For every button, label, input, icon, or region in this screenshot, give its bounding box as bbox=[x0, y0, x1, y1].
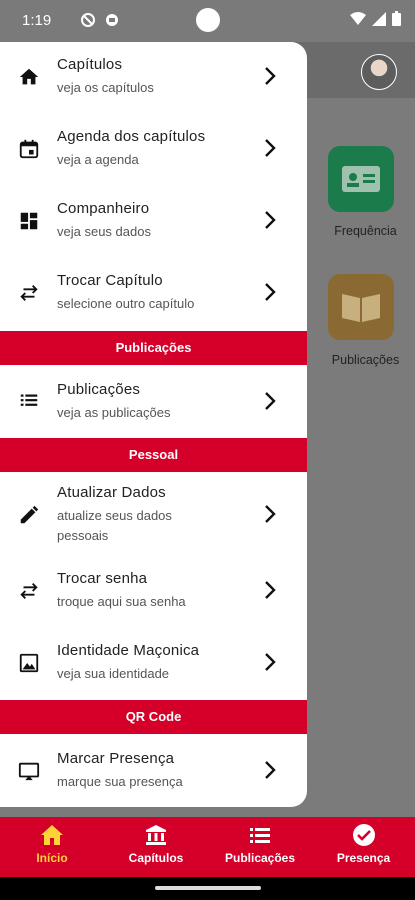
drawer-item-trocar-senha[interactable]: Trocar senha troque aqui sua senha bbox=[0, 562, 307, 634]
nav-label: Publicações bbox=[224, 851, 296, 865]
check-circle-icon bbox=[352, 824, 375, 846]
drawer-item-title: Trocar senha bbox=[57, 570, 148, 587]
drawer-item-agenda[interactable]: Agenda dos capítulos veja a agenda bbox=[0, 114, 307, 186]
status-time: 1:19 bbox=[22, 12, 52, 29]
drawer-item-title: Capítulos bbox=[57, 56, 123, 73]
drawer-item-title: Atualizar Dados bbox=[57, 484, 166, 501]
system-icons bbox=[350, 11, 401, 26]
chevron-right-icon bbox=[265, 761, 276, 779]
drawer-item-trocar-capitulo[interactable]: Trocar Capítulo selecione outro capítulo bbox=[0, 258, 307, 330]
do-not-disturb-icon bbox=[81, 13, 95, 27]
swap-icon bbox=[20, 285, 38, 301]
nav-capitulos[interactable]: Capítulos bbox=[104, 817, 208, 877]
camera-cutout bbox=[196, 8, 220, 32]
drawer-item-title: Publicações bbox=[57, 381, 141, 398]
nav-presenca[interactable]: Presença bbox=[312, 817, 415, 877]
gesture-bar bbox=[0, 877, 415, 900]
bank-icon bbox=[146, 825, 166, 845]
drawer-item-subtitle: veja os capítulos bbox=[57, 80, 154, 95]
id-card-icon bbox=[342, 166, 380, 192]
frequencia-tile[interactable] bbox=[328, 146, 394, 212]
signal-icon bbox=[372, 11, 386, 26]
calendar-icon bbox=[19, 139, 39, 159]
chevron-right-icon bbox=[265, 653, 276, 671]
nav-label: Presença bbox=[336, 851, 391, 865]
image-icon bbox=[19, 653, 39, 673]
status-bar: 1:19 bbox=[0, 0, 415, 42]
drawer-item-title: Agenda dos capítulos bbox=[57, 128, 206, 145]
chevron-right-icon bbox=[265, 139, 276, 157]
drawer-item-subtitle-line2: pessoais bbox=[57, 528, 109, 543]
section-header-pessoal: Pessoal bbox=[0, 438, 307, 472]
frequencia-label: Frequência bbox=[334, 224, 397, 238]
chevron-right-icon bbox=[265, 505, 276, 523]
chevron-right-icon bbox=[265, 581, 276, 599]
vpn-icon bbox=[106, 14, 118, 26]
publicacoes-tile[interactable] bbox=[328, 274, 394, 340]
nav-inicio[interactable]: Início bbox=[0, 817, 104, 877]
publicacoes-label: Publicações bbox=[331, 353, 400, 367]
drawer-item-subtitle: veja as publicações bbox=[57, 405, 171, 420]
cast-icon bbox=[18, 762, 40, 781]
navigation-drawer: Capítulos veja os capítulos Agenda dos c… bbox=[0, 42, 307, 807]
dashboard-icon bbox=[20, 212, 38, 230]
chevron-right-icon bbox=[265, 211, 276, 229]
drawer-item-title: Marcar Presença bbox=[57, 750, 175, 767]
home-icon bbox=[41, 825, 63, 845]
drawer-item-subtitle: veja seus dados bbox=[57, 224, 151, 239]
nav-publicacoes[interactable]: Publicações bbox=[208, 817, 312, 877]
drawer-item-companheiro[interactable]: Companheiro veja seus dados bbox=[0, 186, 307, 258]
drawer-item-atualizar-dados[interactable]: Atualizar Dados atualize seus dados pess… bbox=[0, 472, 307, 562]
home-indicator[interactable] bbox=[155, 886, 261, 890]
chevron-right-icon bbox=[265, 392, 276, 410]
book-open-icon bbox=[342, 294, 380, 322]
battery-icon bbox=[392, 11, 401, 26]
bottom-navigation: Início Capítulos Publicações Presença bbox=[0, 817, 415, 877]
drawer-item-subtitle: marque sua presença bbox=[57, 774, 183, 789]
nav-label: Capítulos bbox=[128, 851, 184, 865]
home-icon bbox=[19, 68, 39, 85]
drawer-item-subtitle: veja a agenda bbox=[57, 152, 139, 167]
chevron-right-icon bbox=[265, 67, 276, 85]
drawer-item-identidade[interactable]: Identidade Maçonica veja sua identidade bbox=[0, 634, 307, 706]
drawer-item-capitulos[interactable]: Capítulos veja os capítulos bbox=[0, 42, 307, 114]
drawer-item-subtitle: veja sua identidade bbox=[57, 666, 170, 681]
drawer-item-subtitle: troque aqui sua senha bbox=[57, 594, 186, 609]
nav-label: Início bbox=[36, 851, 68, 865]
drawer-item-title: Companheiro bbox=[57, 200, 150, 217]
wifi-icon bbox=[350, 11, 366, 25]
list-icon bbox=[250, 828, 270, 843]
drawer-item-title: Trocar Capítulo bbox=[57, 272, 163, 289]
swap-icon bbox=[20, 583, 38, 599]
section-header-publicacoes: Publicações bbox=[0, 331, 307, 365]
drawer-item-marcar-presenca[interactable]: Marcar Presença marque sua presença bbox=[0, 734, 307, 807]
chevron-right-icon bbox=[265, 283, 276, 301]
drawer-item-subtitle-line1: atualize seus dados bbox=[57, 508, 172, 523]
drawer-item-subtitle: selecione outro capítulo bbox=[57, 296, 195, 311]
avatar[interactable] bbox=[361, 54, 397, 90]
edit-icon bbox=[20, 505, 39, 524]
drawer-item-title: Identidade Maçonica bbox=[57, 642, 200, 659]
drawer-item-publicacoes[interactable]: Publicações veja as publicações bbox=[0, 365, 307, 437]
section-header-qr-code: QR Code bbox=[0, 700, 307, 734]
list-icon bbox=[20, 394, 38, 406]
